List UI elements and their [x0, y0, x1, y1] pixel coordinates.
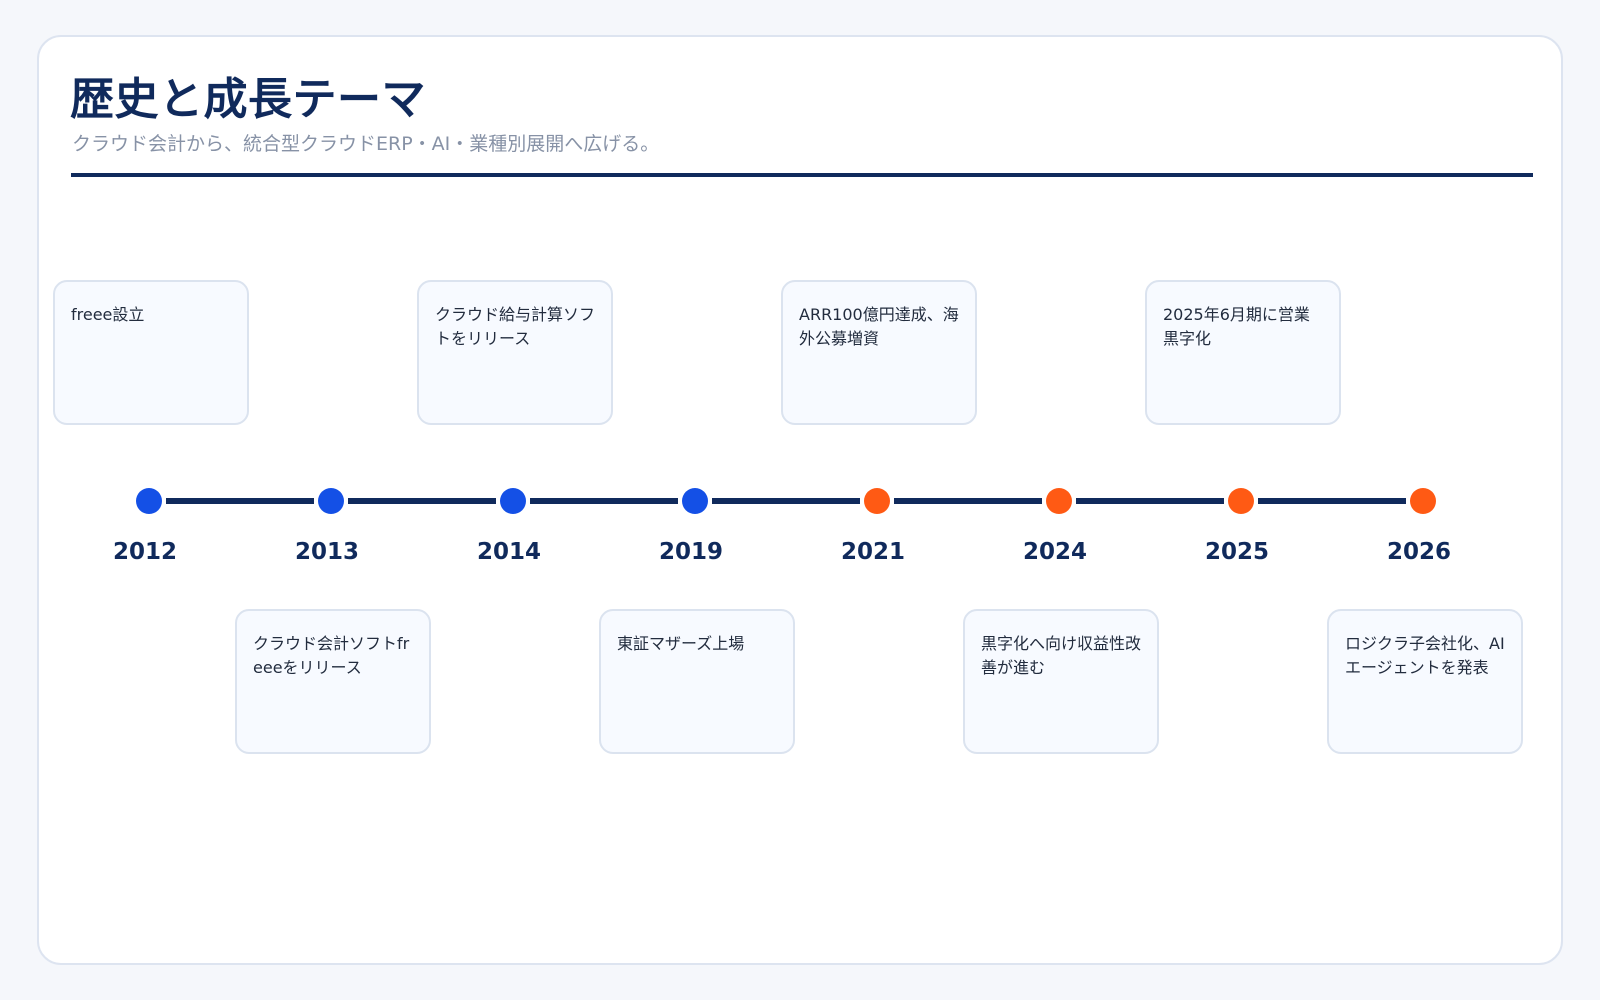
slide: 歴史と成長テーマ クラウド会計から、統合型クラウドERP・AI・業種別展開へ広げ… [37, 35, 1563, 965]
timeline-dot-2019 [682, 488, 708, 514]
timeline-year-2014: 2014 [476, 539, 541, 565]
timeline-event-card-2025: 2025年6月期に営業黒字化 [1145, 280, 1341, 425]
timeline-year-2024: 2024 [1022, 539, 1087, 565]
timeline-year-2021: 2021 [840, 539, 905, 565]
timeline-year-2012: 2012 [112, 539, 177, 565]
timeline-year-2019: 2019 [658, 539, 723, 565]
timeline-event-text: freee設立 [71, 305, 145, 324]
timeline-event-card-2026: ロジクラ子会社化、AIエージェントを発表 [1327, 609, 1523, 754]
timeline-dot-2012 [136, 488, 162, 514]
timeline-event-text: ARR100億円達成、海外公募増資 [799, 305, 959, 348]
timeline-year-2026: 2026 [1386, 539, 1451, 565]
timeline-dot-2014 [500, 488, 526, 514]
timeline-event-text: 黒字化へ向け収益性改善が進む [981, 634, 1142, 677]
timeline-event-text: ロジクラ子会社化、AIエージェントを発表 [1345, 634, 1505, 677]
timeline-event-text: 東証マザーズ上場 [617, 634, 745, 653]
page-subtitle: クラウド会計から、統合型クラウドERP・AI・業種別展開へ広げる。 [72, 133, 660, 155]
timeline-connector [1076, 498, 1224, 504]
timeline-year-2025: 2025 [1204, 539, 1269, 565]
timeline-event-card-2019: 東証マザーズ上場 [599, 609, 795, 754]
timeline-dot-2024 [1046, 488, 1072, 514]
timeline-event-card-2013: クラウド会計ソフトfreeeをリリース [235, 609, 431, 754]
timeline-dot-2025 [1228, 488, 1254, 514]
timeline-connector [166, 498, 314, 504]
timeline-event-card-2024: 黒字化へ向け収益性改善が進む [963, 609, 1159, 754]
timeline-event-card-2012: freee設立 [53, 280, 249, 425]
timeline-dot-2026 [1410, 488, 1436, 514]
timeline-connector [894, 498, 1042, 504]
timeline-event-text: 2025年6月期に営業黒字化 [1163, 305, 1310, 348]
timeline-dot-2013 [318, 488, 344, 514]
timeline-event-card-2014: クラウド給与計算ソフトをリリース [417, 280, 613, 425]
timeline-event-text: クラウド給与計算ソフトをリリース [435, 305, 596, 348]
timeline-connector [712, 498, 860, 504]
timeline-event-card-2021: ARR100億円達成、海外公募増資 [781, 280, 977, 425]
timeline-connector [530, 498, 678, 504]
timeline-dot-2021 [864, 488, 890, 514]
timeline-connector [1258, 498, 1406, 504]
timeline-connector [348, 498, 496, 504]
page-title: 歴史と成長テーマ [70, 74, 426, 125]
title-divider [71, 173, 1533, 177]
timeline-event-text: クラウド会計ソフトfreeeをリリース [253, 634, 410, 677]
timeline-year-2013: 2013 [294, 539, 359, 565]
